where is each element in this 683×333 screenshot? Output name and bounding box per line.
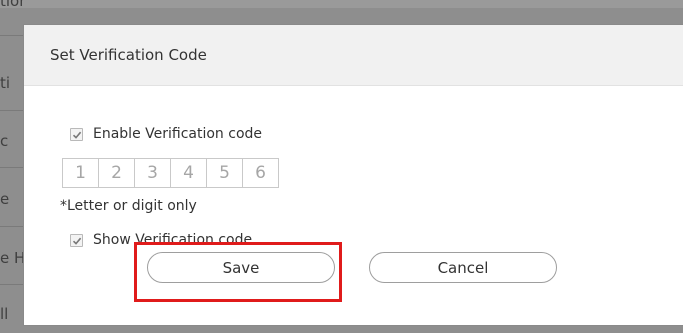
show-verification-checkbox[interactable] [70,233,83,247]
code-digit-box[interactable]: 3 [134,158,171,188]
cancel-button[interactable]: Cancel [369,252,557,283]
background-divider [0,110,24,111]
code-digit-box[interactable]: 2 [98,158,135,188]
code-digit-box[interactable]: 1 [62,158,99,188]
code-hint-text: *Letter or digit only [60,198,197,214]
verification-code-dialog: Set Verification Code Enable Verificatio… [24,25,683,325]
dialog-header: Set Verification Code [24,25,683,86]
background-divider [0,284,24,285]
background-label: c [0,132,9,150]
show-verification-row[interactable]: Show Verification code [70,231,252,249]
verification-code-input[interactable]: 1 2 3 4 5 6 [62,158,279,188]
background-divider [0,35,24,36]
background-label: ti [0,74,11,92]
code-digit-box[interactable]: 4 [170,158,207,188]
dialog-title: Set Verification Code [50,46,207,64]
show-verification-label: Show Verification code [93,232,253,248]
check-icon [72,237,82,245]
code-digit-box[interactable]: 5 [206,158,243,188]
background-divider [0,167,24,168]
code-digit-box[interactable]: 6 [242,158,279,188]
background-label: tion [0,0,24,10]
enable-verification-row[interactable]: Enable Verification code [70,125,262,143]
save-button[interactable]: Save [147,252,335,283]
background-divider [0,226,24,227]
check-icon [72,131,82,139]
enable-verification-checkbox[interactable] [70,127,83,141]
background-top-strip [0,0,683,8]
background-label: ll [0,305,9,323]
background-label: e [0,190,10,208]
background-label: e H [0,249,24,267]
enable-verification-label: Enable Verification code [93,126,263,142]
